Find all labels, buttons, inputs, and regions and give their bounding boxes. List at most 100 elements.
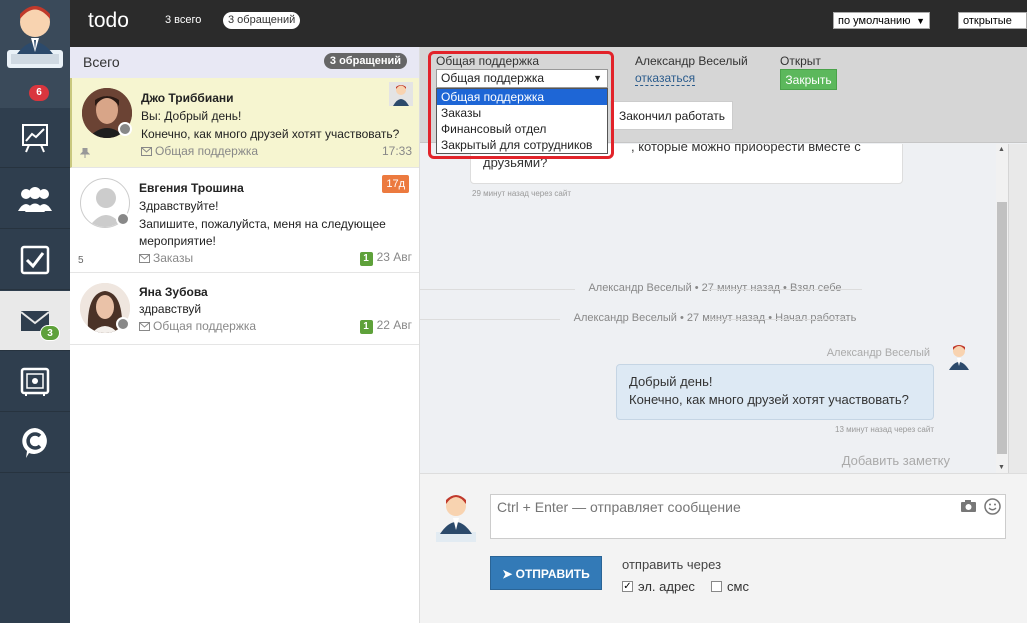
left-rail: 6 3 [0,0,70,623]
requests-filter-pill[interactable]: 3 обращений [223,12,301,29]
email-checkbox-label: эл. адрес [638,579,695,594]
list-header: Всего 3 обращений [70,47,419,78]
list-count-badge: 3 обращений [323,53,407,69]
status-label: Открыт [780,54,821,68]
scroll-thumb[interactable] [997,202,1007,454]
top-bar: todo 3 всего 3 обращений по умолчанию ▼ … [70,0,1027,47]
thread-scrollbar[interactable]: ▲ ▼ [996,144,1008,473]
department-label: Общая поддержка [436,54,540,68]
camera-icon[interactable] [961,500,976,512]
rail-item-chat[interactable] [0,413,70,473]
unread-badge: 1 [359,252,373,266]
scroll-up-arrow[interactable]: ▲ [998,146,1005,153]
right-gutter [1008,144,1027,473]
system-event-text: Александр Веселый • 27 минут назад • Нач… [573,312,857,324]
message-composer: ➤ ОТПРАВИТЬ отправить через ✓ эл. адрес … [420,473,1027,623]
system-event-text: Александр Веселый • 27 минут назад • Взя… [588,282,842,294]
conversation-list: Всего 3 обращений Джо Триббиани Вы: Добр… [70,47,420,623]
chat-panel: , которые можно приобрести вместе с друз… [420,47,1027,623]
department-dropdown-menu: Общая поддержка Заказы Финансовый отдел … [436,88,608,154]
list-title: Всего [83,54,120,70]
send-icon: ➤ [502,567,516,581]
chat-logo-icon [22,427,47,458]
unread-badge: 1 [359,320,373,334]
department-option[interactable]: Закрытый для сотрудников [437,137,607,153]
agent-avatar-small [949,345,969,370]
email-checkbox[interactable]: ✓ эл. адрес [622,579,695,594]
department-select-value: Общая поддержка [441,71,545,85]
envelope-icon [139,321,150,331]
add-note-link[interactable]: Добавить заметку [842,453,950,468]
message-preview: Вы: Добрый день! [141,109,242,123]
message-thread: , которые можно приобрести вместе с друз… [420,144,1010,473]
decline-link[interactable]: отказаться [635,71,696,86]
contact-name: Джо Триббиани [141,91,234,105]
message-date: 22 Авг [376,318,412,332]
message-preview: Здравствуйте! [139,199,219,213]
checkbox-unchecked[interactable] [711,581,722,592]
checkbox-checked[interactable]: ✓ [622,581,633,592]
list-item[interactable]: Яна Зубова здравствуй Общая поддержка 12… [70,273,419,345]
task-icon [20,245,50,274]
list-item[interactable]: Джо Триббиани Вы: Добрый день! Конечно, … [70,78,419,168]
pin-icon[interactable] [80,148,90,158]
overdue-badge: 17д [382,175,409,193]
department-option[interactable]: Общая поддержка [437,89,607,105]
agent-avatar-small [436,495,476,542]
send-button-label: ОТПРАВИТЬ [515,567,590,581]
sort-select-value: по умолчанию [838,15,911,27]
message-time: 1 23 Авг [359,250,412,266]
offline-status-dot [116,317,130,331]
message-input[interactable] [490,494,1006,539]
assignee-name: Александр Веселый [635,54,748,68]
send-via-label: отправить через [622,557,722,572]
conversation-properties: Общая поддержка Александр Веселый отказа… [420,47,1027,159]
outgoing-message-line: Добрый день! [629,374,713,389]
sms-checkbox-label: смс [727,579,749,594]
department-name: Заказы [153,251,194,265]
conversation-counter: 5 [78,255,84,266]
rail-profile-area: 6 [0,0,70,108]
message-preview-2: Конечно, как много друзей хотят участвов… [141,127,400,141]
messages-badge: 3 [40,325,60,341]
emoji-icon[interactable] [984,498,1001,515]
department-select[interactable]: Общая поддержка ▼ [436,69,608,88]
offline-status-dot [116,212,130,226]
status-select[interactable]: открытые [958,12,1027,29]
department-tag: Общая поддержка [141,144,258,158]
rail-item-tasks[interactable] [0,230,70,290]
message-date: 23 Авг [376,250,412,264]
chevron-down-icon: ▼ [593,73,602,83]
total-count-filter[interactable]: 3 всего [165,14,201,26]
sms-checkbox[interactable]: смс [711,579,749,594]
department-option[interactable]: Финансовый отдел [437,121,607,137]
sort-select[interactable]: по умолчанию ▼ [833,12,930,29]
agent-avatar-small [389,82,413,106]
close-conversation-button[interactable]: Закрыть [780,69,837,90]
rail-item-clients[interactable] [0,169,70,229]
chevron-down-icon: ▼ [916,16,925,26]
message-preview-3: мероприятие! [139,234,216,248]
safe-icon [20,367,50,396]
agent-avatar[interactable] [7,2,63,68]
rail-item-safe[interactable] [0,352,70,412]
status-select-value: открытые [963,15,1012,27]
offline-status-dot [118,122,132,136]
rail-item-messages[interactable]: 3 [0,291,70,351]
envelope-icon [139,253,150,263]
notifications-badge[interactable]: 6 [29,85,49,101]
department-name: Общая поддержка [153,319,257,333]
list-item[interactable]: Евгения Трошина Здравствуйте! Запишите, … [70,168,419,273]
finish-work-button[interactable]: Закончил работать [610,101,733,130]
rail-item-reports[interactable] [0,108,70,168]
envelope-icon [141,146,152,156]
system-event: Александр Веселый • 27 минут назад • Нач… [420,312,1010,324]
incoming-message-meta: 29 минут назад через сайт [472,189,571,198]
outgoing-message: Добрый день! Конечно, как много друзей х… [616,364,934,420]
app-title: todo [88,9,129,32]
department-option[interactable]: Заказы [437,105,607,121]
send-button[interactable]: ➤ ОТПРАВИТЬ [490,556,602,590]
message-preview-2: Запишите, пожалуйста, меня на следующее [139,217,386,231]
scroll-down-arrow[interactable]: ▼ [998,464,1005,471]
contact-name: Евгения Трошина [139,181,244,195]
